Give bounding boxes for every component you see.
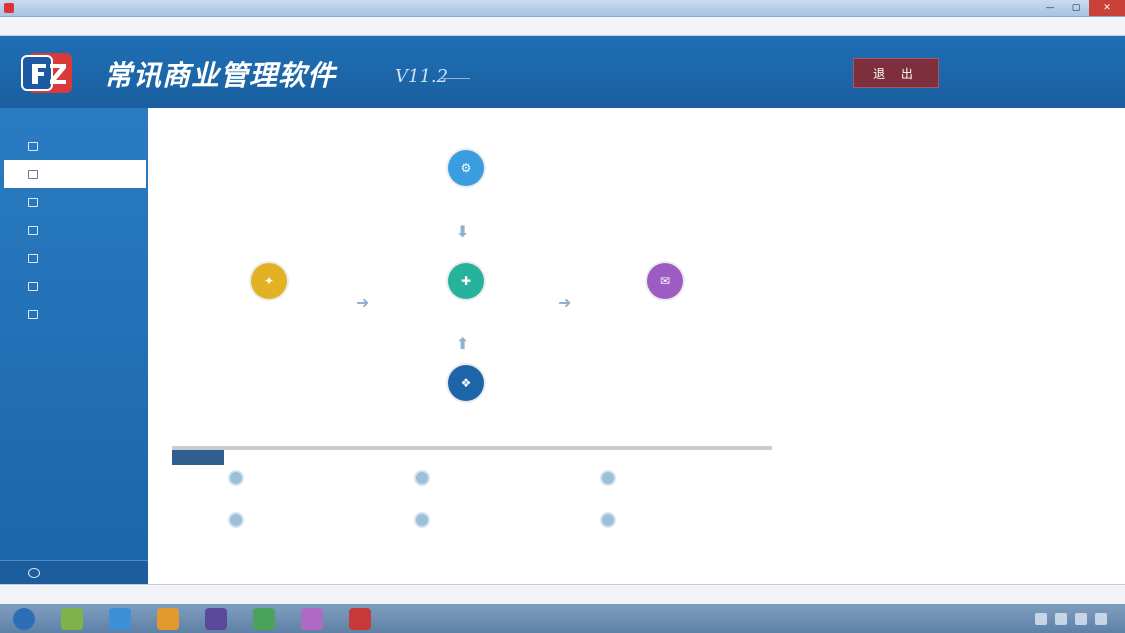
- shortcut-3[interactable]: [600, 470, 626, 486]
- shortcut-icon: [600, 470, 616, 486]
- taskbar-app-icon[interactable]: [205, 607, 227, 630]
- shortcut-2[interactable]: [414, 470, 440, 486]
- arrow-right-icon: ➜: [558, 293, 572, 312]
- sidebar-item-6[interactable]: [0, 272, 148, 300]
- app-icon: [4, 3, 14, 13]
- status-bar: [0, 584, 1125, 604]
- sidebar-item-3[interactable]: [0, 188, 148, 216]
- menu-icon: [28, 281, 38, 291]
- workflow-node-icon: ✉: [647, 263, 683, 299]
- shortcut-icon: [414, 512, 430, 528]
- sidebar-footer[interactable]: [0, 560, 148, 584]
- os-taskbar: [0, 604, 1125, 633]
- start-button[interactable]: [13, 607, 35, 630]
- workflow-node-icon: ✚: [448, 263, 484, 299]
- main-content: ⚙ ⬇ ✦ ➜ ✚ ➜ ✉ ⬆ ❖: [148, 108, 1125, 584]
- shortcut-icon: [228, 512, 244, 528]
- taskbar-app-icon[interactable]: [61, 607, 83, 630]
- close-button[interactable]: ✕: [1089, 0, 1125, 16]
- taskbar-app-icon[interactable]: [349, 607, 371, 630]
- tray-icon[interactable]: [1035, 612, 1047, 625]
- workflow-node-left[interactable]: ✦: [224, 263, 314, 303]
- sidebar-item-4[interactable]: [0, 216, 148, 244]
- menu-icon: [28, 225, 38, 235]
- taskbar-app-icon[interactable]: [301, 607, 323, 630]
- sidebar-item-1[interactable]: [0, 132, 148, 160]
- taskbar-app-icon[interactable]: [109, 607, 131, 630]
- shortcut-6[interactable]: [600, 512, 626, 528]
- workflow-node-right[interactable]: ✉: [620, 263, 710, 303]
- workflow-node-icon: ❖: [448, 365, 484, 401]
- arrow-down-icon: ⬇: [456, 222, 470, 241]
- arrow-up-icon: ⬆: [456, 334, 470, 353]
- menu-icon: [28, 309, 38, 319]
- shortcut-4[interactable]: [228, 512, 254, 528]
- workflow-node-bottom[interactable]: ❖: [421, 365, 511, 405]
- exit-button[interactable]: 退 出: [853, 58, 939, 88]
- sidebar: [0, 108, 148, 584]
- tray-icon[interactable]: [1055, 612, 1067, 625]
- common-tab[interactable]: [172, 450, 224, 465]
- shortcut-icon: [228, 470, 244, 486]
- minimize-button[interactable]: —: [1037, 0, 1063, 16]
- menu-icon: [28, 197, 38, 207]
- app-name: 常讯商业管理软件: [104, 59, 337, 92]
- app-header: 常讯商业管理软件 V11.2 退 出: [0, 36, 1125, 108]
- settings-icon: [28, 567, 40, 578]
- tray-icon[interactable]: [1075, 612, 1087, 625]
- taskbar-app-icon[interactable]: [157, 607, 179, 630]
- workflow-node-center[interactable]: ✚: [421, 263, 511, 303]
- menu-icon: [28, 141, 38, 151]
- shortcut-icon: [600, 512, 616, 528]
- sidebar-title: [0, 108, 148, 132]
- brand-logo-icon: [21, 53, 72, 93]
- workflow-node-top[interactable]: ⚙: [421, 150, 511, 190]
- sidebar-item-7[interactable]: [0, 300, 148, 328]
- menu-bar: [0, 17, 1125, 36]
- workflow-node-icon: ⚙: [448, 150, 484, 186]
- shortcut-icon: [414, 470, 430, 486]
- arrow-right-icon: ➜: [356, 293, 370, 312]
- menu-icon: [28, 169, 38, 179]
- shortcut-1[interactable]: [228, 470, 254, 486]
- menu-icon: [28, 253, 38, 263]
- window-titlebar: — ▢ ✕: [0, 0, 1125, 17]
- shortcut-5[interactable]: [414, 512, 440, 528]
- app-version: V11.2: [395, 66, 449, 87]
- maximize-button[interactable]: ▢: [1063, 0, 1089, 16]
- sidebar-item-5[interactable]: [0, 244, 148, 272]
- sidebar-item-2[interactable]: [4, 160, 146, 188]
- common-divider: [172, 446, 772, 450]
- tray-icon[interactable]: [1095, 612, 1107, 625]
- system-tray: [885, 604, 1125, 633]
- workflow-node-icon: ✦: [251, 263, 287, 299]
- version-underline: [440, 78, 470, 79]
- taskbar-app-icon[interactable]: [253, 607, 275, 630]
